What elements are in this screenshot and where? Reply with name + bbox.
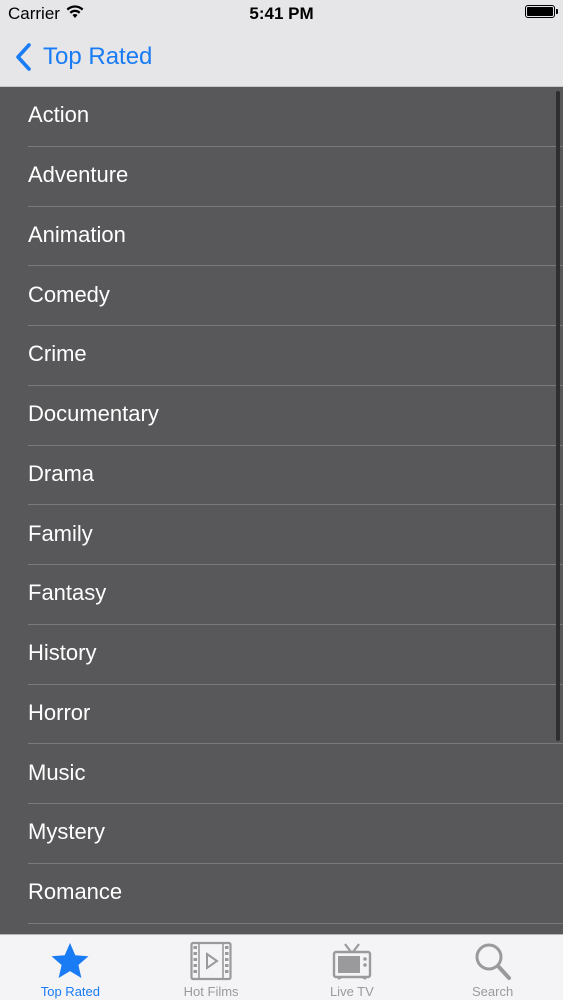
genre-row[interactable]: Animation [28, 207, 563, 267]
genre-list[interactable]: Action Adventure Animation Comedy Crime Docum… [0, 87, 563, 934]
genre-label: Comedy [28, 281, 110, 307]
battery-level [527, 7, 553, 16]
tab-hot-films[interactable]: Hot Films [141, 935, 282, 1000]
genre-label: Horror [28, 699, 91, 725]
back-button-label: Top Rated [43, 43, 153, 70]
tab-label: Hot Films [183, 984, 239, 999]
scroll-indicator[interactable] [556, 91, 560, 741]
back-button[interactable]: Top Rated [14, 40, 152, 74]
navigation-bar: Top Rated [0, 28, 563, 87]
genre-label: Documentary [28, 401, 159, 427]
genre-label: History [28, 640, 97, 666]
genre-row[interactable]: Action [28, 87, 563, 147]
genre-row[interactable]: Drama [28, 446, 563, 506]
genre-row[interactable]: Horror [28, 685, 563, 745]
genre-label: Romance [28, 879, 123, 905]
genre-row[interactable]: Mystery [28, 804, 563, 864]
tab-bar: Top Rated Hot Films Live TV Search [0, 934, 563, 1000]
battery-icon [525, 5, 558, 18]
genre-row[interactable]: Comedy [28, 266, 563, 326]
genre-label: Fantasy [28, 580, 107, 606]
genre-label: Crime [28, 341, 87, 367]
genre-label: Action [28, 102, 90, 128]
genre-row[interactable]: Romance [28, 864, 563, 924]
status-right [525, 5, 558, 18]
genre-label: Music [28, 759, 86, 785]
star-icon [51, 943, 89, 978]
genre-label: Mystery [28, 819, 105, 845]
tab-label: Top Rated [40, 984, 100, 999]
genre-label: Drama [28, 460, 95, 486]
genre-row[interactable]: History [28, 625, 563, 685]
genre-row[interactable]: Music [28, 744, 563, 804]
tab-top-rated[interactable]: Top Rated [0, 935, 141, 1000]
search-icon [475, 943, 511, 980]
genre-row[interactable]: Documentary [28, 386, 563, 446]
genre-row[interactable]: Crime [28, 326, 563, 386]
film-icon [190, 941, 232, 981]
genre-label: Family [28, 520, 93, 546]
genre-label: Animation [28, 221, 126, 247]
chevron-left-icon [16, 43, 31, 71]
tab-search[interactable]: Search [422, 935, 563, 1000]
tab-label: Live TV [329, 984, 374, 999]
genre-row[interactable]: Fantasy [28, 565, 563, 625]
tv-icon [332, 943, 372, 980]
tab-label: Search [472, 984, 514, 999]
genre-row[interactable]: Adventure [28, 147, 563, 207]
status-time: 5:41 PM [249, 4, 314, 23]
genre-label: Adventure [28, 162, 129, 188]
status-bar: Carrier 5:41 PM [0, 0, 563, 28]
tab-live-tv[interactable]: Live TV [282, 935, 423, 1000]
genre-row[interactable]: Family [28, 505, 563, 565]
